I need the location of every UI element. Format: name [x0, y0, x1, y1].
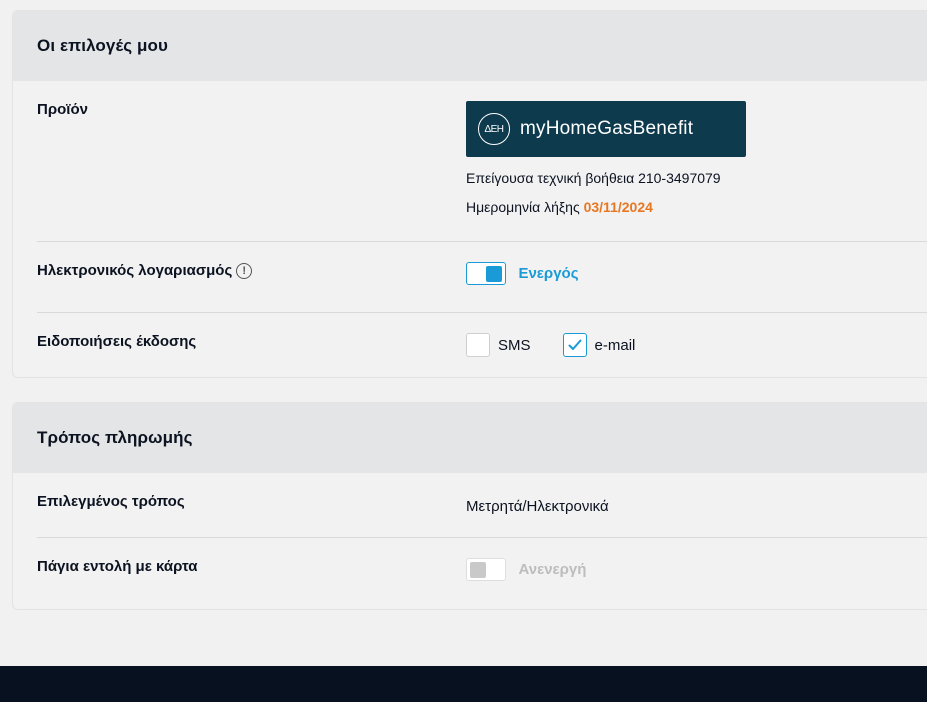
toggle-knob — [470, 561, 486, 578]
notifications-label: Ειδοποιήσεις έκδοσης — [37, 333, 197, 350]
e-bill-status: Ενεργός — [518, 265, 579, 282]
options-card-title: Οι επιλογές μου — [13, 11, 927, 81]
info-icon[interactable]: ! — [236, 262, 253, 279]
standing-order-toggle-group: Ανενεργή — [466, 558, 586, 581]
standing-order-toggle[interactable] — [466, 558, 506, 581]
e-bill-toggle[interactable] — [466, 262, 506, 285]
checkmark-icon — [568, 339, 582, 350]
payment-card: Τρόπος πληρωμής Επιλεγμένος τρόπος Μετρη… — [12, 402, 927, 610]
standing-order-row: Πάγια εντολή με κάρτα Ανενεργή — [37, 538, 927, 609]
e-bill-label-group: Ηλεκτρονικός λογαριασμός ! — [37, 262, 253, 279]
options-card: Οι επιλογές μου Προϊόν ΔΕΗ myHomeGasBene… — [12, 10, 927, 378]
product-logo: ΔΕΗ myHomeGasBenefit — [466, 101, 746, 157]
standing-order-label: Πάγια εντολή με κάρτα — [37, 558, 198, 575]
e-bill-toggle-group: Ενεργός — [466, 262, 579, 285]
expiry-date: 03/11/2024 — [583, 199, 653, 215]
notifications-row: Ειδοποιήσεις έκδοσης SMS e-mail — [37, 313, 927, 377]
e-bill-row: Ηλεκτρονικός λογαριασμός ! Ενεργός — [37, 242, 927, 313]
email-label: e-mail — [594, 336, 636, 354]
selected-method-row: Επιλεγμένος τρόπος Μετρητά/Ηλεκτρονικά — [37, 473, 927, 538]
toggle-knob — [486, 265, 502, 282]
product-value: ΔΕΗ myHomeGasBenefit Επείγουσα τεχνική β… — [466, 101, 746, 215]
selected-method-label: Επιλεγμένος τρόπος — [37, 493, 185, 510]
product-label: Προϊόν — [37, 101, 88, 118]
selected-method-value: Μετρητά/Ηλεκτρονικά — [466, 498, 609, 515]
support-phone-text: Επείγουσα τεχνική βοήθεια 210-3497079 — [466, 170, 721, 186]
footer-bar — [0, 666, 927, 702]
product-row: Προϊόν ΔΕΗ myHomeGasBenefit Επείγουσα τε… — [37, 81, 927, 242]
payment-card-title: Τρόπος πληρωμής — [13, 403, 927, 473]
email-checkbox[interactable] — [562, 333, 587, 357]
sms-label: SMS — [498, 336, 531, 354]
e-bill-label: Ηλεκτρονικός λογαριασμός — [37, 262, 233, 279]
sms-checkbox[interactable] — [466, 333, 490, 357]
expiry-label: Ημερομηνία λήξης — [466, 199, 580, 215]
dei-logo-icon: ΔΕΗ — [478, 113, 510, 145]
expiry-line: Ημερομηνία λήξης 03/11/2024 — [466, 199, 746, 215]
product-logo-text: myHomeGasBenefit — [520, 118, 694, 139]
notifications-options: SMS e-mail — [466, 333, 635, 357]
standing-order-status: Ανενεργή — [518, 561, 587, 578]
